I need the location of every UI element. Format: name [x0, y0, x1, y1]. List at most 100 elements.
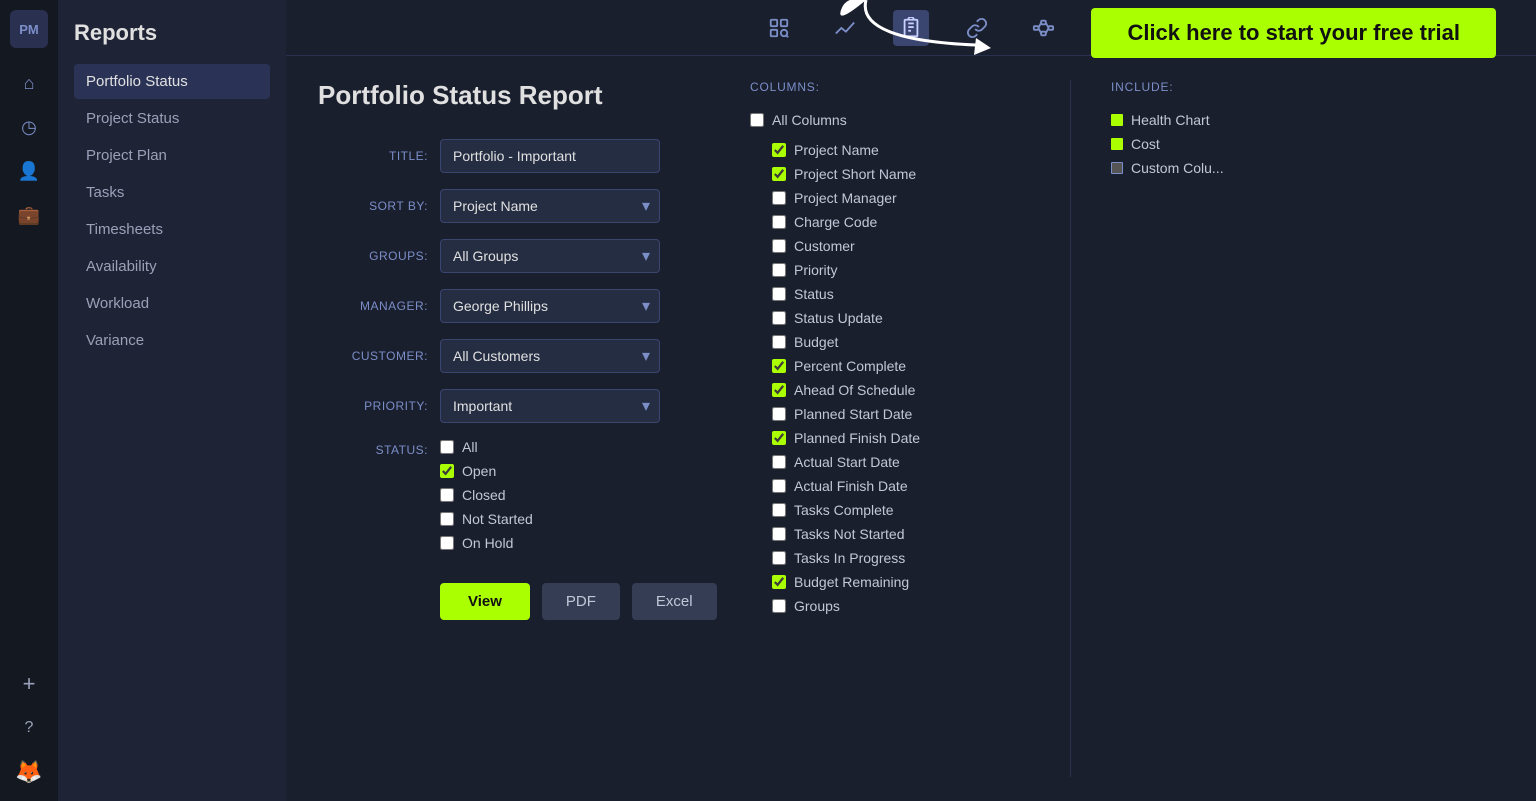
groups-select[interactable]: All Groups Group A Group B [440, 239, 660, 273]
action-buttons: View PDF Excel [318, 583, 718, 620]
col-project-manager[interactable]: Project Manager [750, 186, 1030, 210]
manager-select[interactable]: George Phillips All Managers Jane Smith [440, 289, 660, 323]
users-icon[interactable]: 👤 [10, 152, 48, 190]
include-health-chart[interactable]: Health Chart [1111, 108, 1311, 132]
home-icon[interactable]: ⌂ [10, 64, 48, 102]
col-planned-finish-date[interactable]: Planned Finish Date [750, 426, 1030, 450]
col-priority-checkbox[interactable] [772, 263, 786, 277]
customer-row: CUSTOMER: All Customers Customer A Custo… [318, 339, 718, 373]
col-tasks-not-started-checkbox[interactable] [772, 527, 786, 541]
col-status-checkbox[interactable] [772, 287, 786, 301]
status-closed-item[interactable]: Closed [440, 487, 533, 503]
clock-icon[interactable]: ◷ [10, 108, 48, 146]
status-open-item[interactable]: Open [440, 463, 533, 479]
col-tasks-complete-checkbox[interactable] [772, 503, 786, 517]
col-tasks-in-progress[interactable]: Tasks In Progress [750, 546, 1030, 570]
col-percent-complete[interactable]: Percent Complete [750, 354, 1030, 378]
cta-banner[interactable]: Click here to start your free trial [1091, 8, 1496, 58]
sidebar-item-project-status[interactable]: Project Status [74, 101, 270, 136]
customer-label: CUSTOMER: [318, 349, 428, 363]
col-ahead-of-schedule-checkbox[interactable] [772, 383, 786, 397]
view-button[interactable]: View [440, 583, 530, 620]
col-status[interactable]: Status [750, 282, 1030, 306]
col-actual-finish-date[interactable]: Actual Finish Date [750, 474, 1030, 498]
col-planned-start-date-checkbox[interactable] [772, 407, 786, 421]
app-logo[interactable]: PM [10, 10, 48, 48]
col-groups[interactable]: Groups [750, 594, 1030, 618]
col-project-short-name[interactable]: Project Short Name [750, 162, 1030, 186]
status-open-checkbox[interactable] [440, 464, 454, 478]
arrow-annotation [836, 0, 1016, 75]
priority-row: PRIORITY: Important Critical Normal Low [318, 389, 718, 423]
col-all-columns-checkbox[interactable] [750, 113, 764, 127]
status-on-hold-checkbox[interactable] [440, 536, 454, 550]
include-cost[interactable]: Cost [1111, 132, 1311, 156]
status-closed-checkbox[interactable] [440, 488, 454, 502]
col-customer[interactable]: Customer [750, 234, 1030, 258]
add-icon[interactable]: + [10, 665, 48, 703]
sort-by-select-wrapper: Project Name Priority Status Manager [440, 189, 660, 223]
col-tasks-complete[interactable]: Tasks Complete [750, 498, 1030, 522]
excel-button[interactable]: Excel [632, 583, 717, 620]
include-custom-colu[interactable]: Custom Colu... [1111, 156, 1311, 180]
groups-row: GROUPS: All Groups Group A Group B [318, 239, 718, 273]
page-title: Portfolio Status Report [318, 80, 718, 111]
customer-select[interactable]: All Customers Customer A Customer B [440, 339, 660, 373]
col-planned-finish-date-checkbox[interactable] [772, 431, 786, 445]
sort-by-select[interactable]: Project Name Priority Status Manager [440, 189, 660, 223]
col-priority[interactable]: Priority [750, 258, 1030, 282]
sort-by-row: SORT BY: Project Name Priority Status Ma… [318, 189, 718, 223]
title-input[interactable] [440, 139, 660, 173]
tree-tool-icon[interactable] [1025, 10, 1061, 46]
sidebar-item-timesheets[interactable]: Timesheets [74, 212, 270, 247]
status-all-item[interactable]: All [440, 439, 533, 455]
manager-row: MANAGER: George Phillips All Managers Ja… [318, 289, 718, 323]
col-actual-start-date[interactable]: Actual Start Date [750, 450, 1030, 474]
status-all-checkbox[interactable] [440, 440, 454, 454]
sidebar-item-tasks[interactable]: Tasks [74, 175, 270, 210]
col-budget-remaining[interactable]: Budget Remaining [750, 570, 1030, 594]
col-project-manager-checkbox[interactable] [772, 191, 786, 205]
col-project-name[interactable]: Project Name [750, 138, 1030, 162]
col-charge-code[interactable]: Charge Code [750, 210, 1030, 234]
col-groups-checkbox[interactable] [772, 599, 786, 613]
sidebar-item-portfolio-status[interactable]: Portfolio Status [74, 64, 270, 99]
groups-select-wrapper: All Groups Group A Group B [440, 239, 660, 273]
col-budget[interactable]: Budget [750, 330, 1030, 354]
col-planned-start-date[interactable]: Planned Start Date [750, 402, 1030, 426]
col-project-short-name-checkbox[interactable] [772, 167, 786, 181]
col-actual-finish-date-checkbox[interactable] [772, 479, 786, 493]
sidebar-item-workload[interactable]: Workload [74, 286, 270, 321]
col-tasks-not-started[interactable]: Tasks Not Started [750, 522, 1030, 546]
status-not-started-item[interactable]: Not Started [440, 511, 533, 527]
include-section-label: INCLUDE: [1111, 80, 1311, 94]
help-icon[interactable]: ? [10, 709, 48, 747]
col-tasks-in-progress-checkbox[interactable] [772, 551, 786, 565]
sidebar-item-availability[interactable]: Availability [74, 249, 270, 284]
col-project-name-checkbox[interactable] [772, 143, 786, 157]
col-all-columns[interactable]: All Columns [750, 108, 1030, 132]
col-customer-checkbox[interactable] [772, 239, 786, 253]
columns-section-label: COLUMNS: [750, 80, 1030, 94]
col-budget-remaining-checkbox[interactable] [772, 575, 786, 589]
priority-select[interactable]: Important Critical Normal Low [440, 389, 660, 423]
col-percent-complete-checkbox[interactable] [772, 359, 786, 373]
col-status-update[interactable]: Status Update [750, 306, 1030, 330]
sidebar-item-project-plan[interactable]: Project Plan [74, 138, 270, 173]
vertical-divider [1070, 80, 1071, 777]
top-toolbar: Click here to start your free trial [286, 0, 1536, 56]
custom-colu-unchecked-indicator [1111, 162, 1123, 174]
form-panel: Portfolio Status Report TITLE: SORT BY: … [318, 80, 718, 777]
search-tool-icon[interactable] [761, 10, 797, 46]
col-status-update-checkbox[interactable] [772, 311, 786, 325]
col-ahead-of-schedule[interactable]: Ahead Of Schedule [750, 378, 1030, 402]
col-charge-code-checkbox[interactable] [772, 215, 786, 229]
avatar-icon[interactable]: 🦊 [10, 753, 48, 791]
sidebar-item-variance[interactable]: Variance [74, 323, 270, 358]
pdf-button[interactable]: PDF [542, 583, 620, 620]
status-not-started-checkbox[interactable] [440, 512, 454, 526]
briefcase-icon[interactable]: 💼 [10, 196, 48, 234]
col-budget-checkbox[interactable] [772, 335, 786, 349]
col-actual-start-date-checkbox[interactable] [772, 455, 786, 469]
status-on-hold-item[interactable]: On Hold [440, 535, 533, 551]
